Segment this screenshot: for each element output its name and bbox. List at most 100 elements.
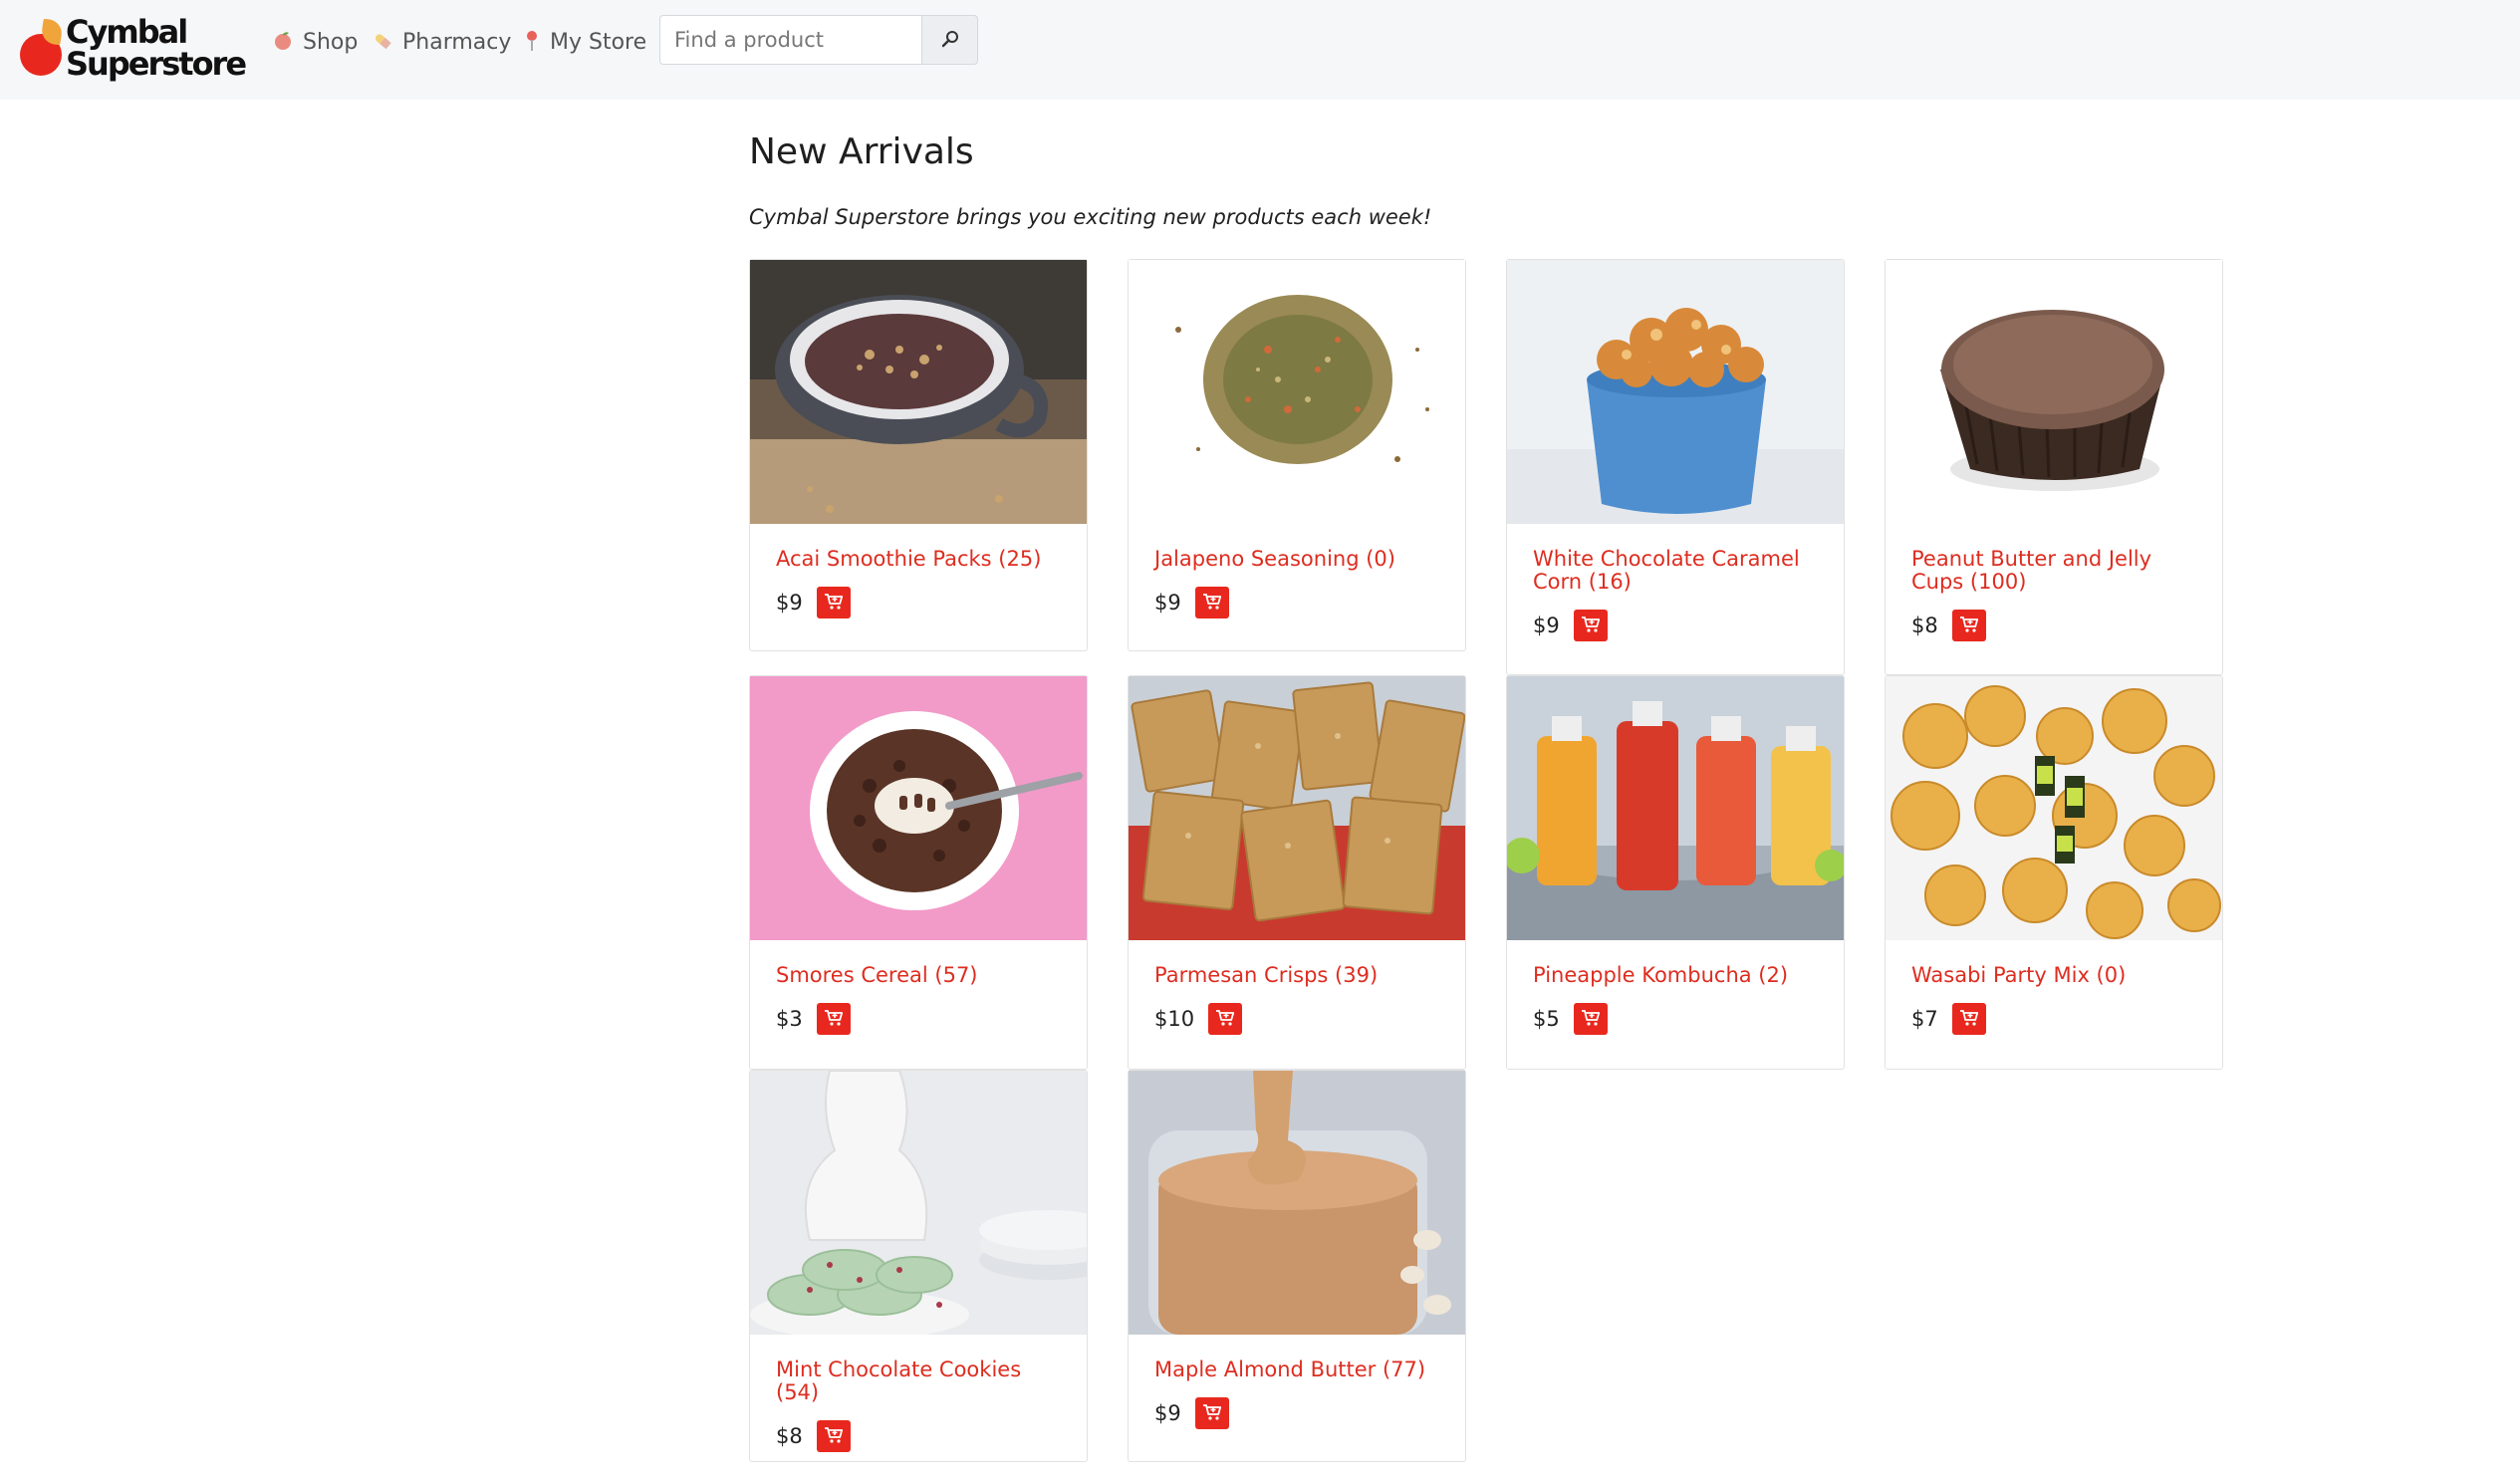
product-body: Maple Almond Butter (77) $9	[1129, 1335, 1465, 1449]
wasabi-party-mix-image	[1886, 676, 2222, 940]
product-price: $9	[1154, 591, 1181, 615]
price-row: $9	[1154, 587, 1439, 618]
add-to-cart-button[interactable]	[816, 1420, 851, 1452]
cart-icon	[1202, 593, 1222, 614]
mint-chocolate-cookies-image	[750, 1071, 1087, 1335]
smores-cereal-image	[750, 676, 1087, 940]
product-image-mint-cookies[interactable]	[750, 1071, 1087, 1335]
pbj-cups-image	[1886, 260, 2222, 524]
add-to-cart-button[interactable]	[1194, 587, 1229, 618]
product-card: Smores Cereal (57) $3	[749, 675, 1088, 1070]
cymbal-logo[interactable]: Cymbal Superstore	[20, 14, 249, 86]
product-price: $3	[776, 1007, 803, 1031]
product-image-almond-butter[interactable]	[1129, 1071, 1465, 1335]
product-name-link[interactable]: Pineapple Kombucha (2)	[1533, 964, 1818, 987]
product-card: Peanut Butter and Jelly Cups (100) $8	[1885, 259, 2223, 675]
product-image-kombucha[interactable]	[1507, 676, 1844, 940]
price-row: $5	[1533, 1003, 1818, 1035]
price-row: $9	[776, 587, 1061, 618]
add-to-cart-button[interactable]	[816, 587, 851, 618]
price-row: $8	[1911, 610, 2196, 641]
price-row: $8	[776, 1420, 1061, 1452]
cart-icon	[1202, 1403, 1222, 1424]
product-price: $5	[1533, 1007, 1560, 1031]
product-name-link[interactable]: Peanut Butter and Jelly Cups (100)	[1911, 548, 2196, 594]
product-price: $8	[1911, 614, 1938, 637]
product-image-jalapeno[interactable]	[1129, 260, 1465, 524]
product-image-parmesan-crisps[interactable]	[1129, 676, 1465, 940]
product-name-link[interactable]: White Chocolate Caramel Corn (16)	[1533, 548, 1818, 594]
product-body: Peanut Butter and Jelly Cups (100) $8	[1886, 524, 2222, 661]
main-content: New Arrivals Cymbal Superstore brings yo…	[749, 127, 2223, 1462]
map-pin-icon	[524, 30, 540, 55]
logo-text-line1: Cymbal	[66, 13, 188, 51]
price-row: $10	[1154, 1003, 1439, 1035]
add-to-cart-button[interactable]	[1194, 1397, 1229, 1429]
kombucha-image	[1507, 676, 1844, 940]
product-image-smores-cereal[interactable]	[750, 676, 1087, 940]
cart-icon	[1581, 616, 1601, 636]
price-row: $9	[1533, 610, 1818, 641]
cart-icon	[1959, 616, 1979, 636]
product-card: Jalapeno Seasoning (0) $9	[1128, 259, 1466, 651]
product-name-link[interactable]: Parmesan Crisps (39)	[1154, 964, 1439, 987]
product-name-link[interactable]: Jalapeno Seasoning (0)	[1154, 548, 1439, 571]
nav-pharmacy[interactable]: Pharmacy	[373, 30, 511, 55]
product-price: $9	[1533, 614, 1560, 637]
product-card: Pineapple Kombucha (2) $5	[1506, 675, 1845, 1070]
product-name-link[interactable]: Mint Chocolate Cookies (54)	[776, 1359, 1061, 1404]
caramel-corn-image	[1507, 260, 1844, 524]
product-card: Parmesan Crisps (39) $10	[1128, 675, 1466, 1070]
product-card: Maple Almond Butter (77) $9	[1128, 1070, 1466, 1462]
product-price: $9	[776, 591, 803, 615]
product-body: Mint Chocolate Cookies (54) $8	[750, 1335, 1087, 1472]
acai-bowl-image	[750, 260, 1087, 524]
add-to-cart-button[interactable]	[1951, 1003, 1986, 1035]
logo-text-line2: Superstore	[66, 45, 247, 83]
cart-icon	[824, 1426, 844, 1447]
product-card: Wasabi Party Mix (0) $7	[1885, 675, 2223, 1070]
add-to-cart-button[interactable]	[1208, 1003, 1243, 1035]
add-to-cart-button[interactable]	[816, 1003, 851, 1035]
product-card: Acai Smoothie Packs (25) $9	[749, 259, 1088, 651]
price-row: $7	[1911, 1003, 2196, 1035]
peach-icon	[273, 31, 293, 54]
add-to-cart-button[interactable]	[1951, 610, 1986, 641]
search-bar	[659, 15, 978, 65]
nav-shop[interactable]: Shop	[273, 30, 358, 55]
product-price: $10	[1154, 1007, 1195, 1031]
nav-my-store[interactable]: My Store	[524, 30, 646, 55]
cart-icon	[824, 1009, 844, 1030]
product-body: Pineapple Kombucha (2) $5	[1507, 940, 1844, 1055]
product-body: Acai Smoothie Packs (25) $9	[750, 524, 1087, 638]
cart-icon	[1581, 1009, 1601, 1030]
product-image-acai[interactable]	[750, 260, 1087, 524]
add-to-cart-button[interactable]	[1573, 610, 1608, 641]
product-image-pbj-cups[interactable]	[1886, 260, 2222, 524]
product-card: Mint Chocolate Cookies (54) $8	[749, 1070, 1088, 1462]
search-input[interactable]	[659, 15, 921, 65]
product-price: $8	[776, 1424, 803, 1448]
page-title: New Arrivals	[749, 131, 974, 172]
search-button[interactable]	[921, 15, 978, 65]
product-name-link[interactable]: Acai Smoothie Packs (25)	[776, 548, 1061, 571]
product-name-link[interactable]: Maple Almond Butter (77)	[1154, 1359, 1439, 1381]
add-to-cart-button[interactable]	[1573, 1003, 1608, 1035]
search-icon	[940, 29, 960, 52]
product-name-link[interactable]: Wasabi Party Mix (0)	[1911, 964, 2196, 987]
page-tagline: Cymbal Superstore brings you exciting ne…	[749, 205, 1432, 229]
parmesan-crisps-image	[1129, 676, 1465, 940]
product-body: Smores Cereal (57) $3	[750, 940, 1087, 1055]
nav-my-store-label: My Store	[550, 30, 647, 55]
price-row: $9	[1154, 1397, 1439, 1429]
nav-shop-label: Shop	[303, 30, 359, 55]
product-image-wasabi-mix[interactable]	[1886, 676, 2222, 940]
cart-icon	[824, 593, 844, 614]
product-body: Wasabi Party Mix (0) $7	[1886, 940, 2222, 1055]
product-name-link[interactable]: Smores Cereal (57)	[776, 964, 1061, 987]
maple-almond-butter-image	[1129, 1071, 1465, 1335]
pill-icon	[373, 31, 392, 54]
product-image-caramel-corn[interactable]	[1507, 260, 1844, 524]
price-row: $3	[776, 1003, 1061, 1035]
top-navbar: Cymbal Superstore Shop Pharmacy My Store	[0, 0, 2520, 100]
